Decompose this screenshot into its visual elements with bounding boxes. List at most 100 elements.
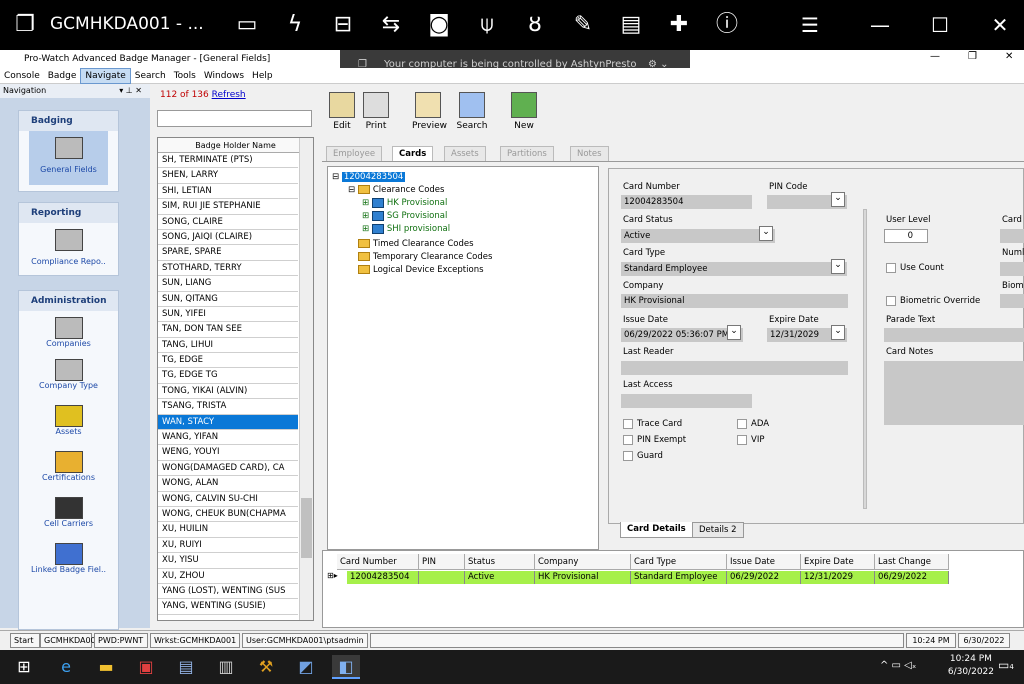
- card-number-field[interactable]: 12004283504: [621, 195, 752, 209]
- tab-partitions[interactable]: Partitions: [500, 146, 554, 161]
- window-restore-icon[interactable]: ❐: [968, 51, 977, 62]
- card-notes-field[interactable]: [884, 361, 1024, 425]
- list-item[interactable]: SIM, RUI JIE STEPHANIE: [158, 199, 298, 215]
- search-input[interactable]: [157, 110, 312, 127]
- list-item[interactable]: XU, HUILIN: [158, 522, 298, 538]
- menu-search[interactable]: Search: [131, 68, 170, 84]
- microphone-icon[interactable]: ⍦: [472, 10, 502, 40]
- column-pin[interactable]: PIN: [419, 554, 465, 570]
- list-item[interactable]: TANG, LIHUI: [158, 338, 298, 354]
- parade-text-field[interactable]: [884, 328, 1024, 342]
- pin-icon[interactable]: ▾ ⊥ ✕: [119, 84, 142, 98]
- trace-card-checkbox[interactable]: [623, 419, 633, 429]
- menu-windows[interactable]: Windows: [200, 68, 248, 84]
- list-item[interactable]: XU, ZHOU: [158, 569, 298, 584]
- list-scrollbar[interactable]: [299, 138, 313, 620]
- scroll-thumb[interactable]: [301, 498, 312, 558]
- company-field[interactable]: HK Provisional: [621, 294, 848, 308]
- print-button[interactable]: Print: [360, 92, 392, 140]
- tree-temporary-clearance[interactable]: Temporary Clearance Codes: [358, 251, 492, 264]
- nav-item-companies[interactable]: Companies: [19, 311, 118, 357]
- column-card-number[interactable]: Card Number: [337, 554, 419, 570]
- list-item[interactable]: XU, YISU: [158, 553, 298, 569]
- ada-checkbox[interactable]: [737, 419, 747, 429]
- tools-app-icon[interactable]: ⚒: [252, 655, 280, 679]
- monitor-icon[interactable]: ▭: [232, 10, 262, 40]
- issue-date-picker[interactable]: 06/29/2022 05:36:07 PM: [621, 325, 743, 342]
- list-item[interactable]: TONG, YIKAI (ALVIN): [158, 384, 298, 400]
- use-count-checkbox[interactable]: [886, 263, 896, 273]
- nav-group-title[interactable]: Badging: [19, 111, 118, 131]
- column-card-type[interactable]: Card Type: [631, 554, 727, 570]
- swap-icon[interactable]: ⇆: [376, 10, 406, 40]
- file-explorer-icon[interactable]: ▬: [92, 655, 120, 679]
- list-item[interactable]: YANG, WENTING (SUSIE): [158, 599, 298, 615]
- windows-start-icon[interactable]: ⊞: [10, 655, 38, 679]
- pencil-icon[interactable]: ✎: [568, 10, 598, 40]
- preview-button[interactable]: Preview: [412, 92, 447, 140]
- edge-browser-icon[interactable]: e: [52, 655, 80, 679]
- lightning-icon[interactable]: ϟ: [280, 10, 310, 40]
- close-icon[interactable]: ✕: [980, 10, 1020, 40]
- column-expire-date[interactable]: Expire Date: [801, 554, 875, 570]
- biometric-override-checkbox[interactable]: [886, 296, 896, 306]
- list-item[interactable]: YANG (LOST), WENTING (SUS: [158, 584, 298, 600]
- nav-item-compliance-report[interactable]: Compliance Repo..: [19, 223, 118, 266]
- list-item[interactable]: SONG, CLAIRE: [158, 215, 298, 230]
- tree-clearance-codes[interactable]: ⊟ Clearance Codes: [348, 184, 444, 197]
- pin-code-field[interactable]: [767, 192, 847, 209]
- tree-code-hk[interactable]: ⊞ HK Provisional: [362, 197, 447, 210]
- window-restore-icon[interactable]: ❐: [10, 10, 40, 40]
- list-icon[interactable]: ☰: [790, 10, 830, 40]
- network-app-icon[interactable]: ▤: [172, 655, 200, 679]
- menu-help[interactable]: Help: [248, 68, 277, 84]
- system-tray-icons[interactable]: ^ ▭ ◁ₓ: [880, 660, 916, 671]
- start-button[interactable]: Start: [10, 633, 40, 648]
- refresh-link[interactable]: Refresh: [212, 90, 246, 100]
- nav-group-title[interactable]: Administration: [19, 291, 118, 311]
- tree-timed-clearance[interactable]: Timed Clearance Codes: [358, 238, 474, 251]
- list-item[interactable]: WAN, STACY: [158, 414, 298, 431]
- taskbar-clock[interactable]: 10:24 PM 6/30/2022: [948, 653, 994, 679]
- info-icon[interactable]: ⓘ: [712, 10, 742, 40]
- list-item[interactable]: SONG, JAIQI (CLAIRE): [158, 230, 298, 246]
- nav-item-cell-carriers[interactable]: Cell Carriers: [19, 495, 118, 541]
- tab-cards[interactable]: Cards: [392, 146, 434, 161]
- last-reader-field[interactable]: [621, 361, 848, 375]
- pin-exempt-checkbox[interactable]: [623, 435, 633, 445]
- tab-employee[interactable]: Employee: [326, 146, 383, 161]
- column-status[interactable]: Status: [465, 554, 535, 570]
- tree-code-shi[interactable]: ⊞ SHI provisional: [362, 223, 450, 236]
- list-item[interactable]: XU, RUIYI: [158, 538, 298, 554]
- user-level-stepper[interactable]: 0: [884, 229, 928, 243]
- tree-code-sg[interactable]: ⊞ SG Provisional: [362, 210, 447, 223]
- chat-icon[interactable]: ▤: [616, 10, 646, 40]
- last-access-field[interactable]: [621, 394, 752, 408]
- monitor-app-icon[interactable]: ▣: [132, 655, 160, 679]
- tree-logical-exceptions[interactable]: Logical Device Exceptions: [358, 264, 484, 277]
- list-item[interactable]: STOTHARD, TERRY: [158, 261, 298, 277]
- nav-item-general-fields[interactable]: General Fields: [29, 131, 108, 185]
- tab-assets[interactable]: Assets: [444, 146, 486, 161]
- card-status-select[interactable]: Active: [621, 226, 775, 243]
- menu-badge[interactable]: Badge: [44, 68, 81, 84]
- list-item[interactable]: SUN, QITANG: [158, 292, 298, 307]
- number-cut-field[interactable]: [1000, 262, 1024, 276]
- tab-card-details[interactable]: Card Details: [620, 522, 693, 538]
- expand-icon[interactable]: ⊞▸: [327, 571, 338, 580]
- search-button[interactable]: Search: [456, 92, 488, 140]
- camera-icon[interactable]: ◙: [424, 10, 454, 40]
- plus-icon[interactable]: ✚: [664, 10, 694, 40]
- list-item[interactable]: WONG, ALAN: [158, 476, 298, 492]
- column-last-change[interactable]: Last Change: [875, 554, 949, 570]
- list-item[interactable]: TAN, DON TAN SEE: [158, 322, 298, 338]
- column-header-badge-holder-name[interactable]: Badge Holder Name: [158, 138, 313, 153]
- nav-item-assets[interactable]: Assets: [19, 403, 118, 449]
- list-item[interactable]: WONG, CALVIN SU-CHI: [158, 492, 298, 507]
- nav-group-title[interactable]: Reporting: [19, 203, 118, 223]
- edit-button[interactable]: Edit: [326, 92, 358, 140]
- menu-tools[interactable]: Tools: [170, 68, 200, 84]
- nav-item-company-type[interactable]: Company Type: [19, 357, 118, 403]
- list-item[interactable]: WONG(DAMAGED CARD), CA: [158, 461, 298, 477]
- list-item[interactable]: SH, TERMINATE (PTS): [158, 153, 298, 169]
